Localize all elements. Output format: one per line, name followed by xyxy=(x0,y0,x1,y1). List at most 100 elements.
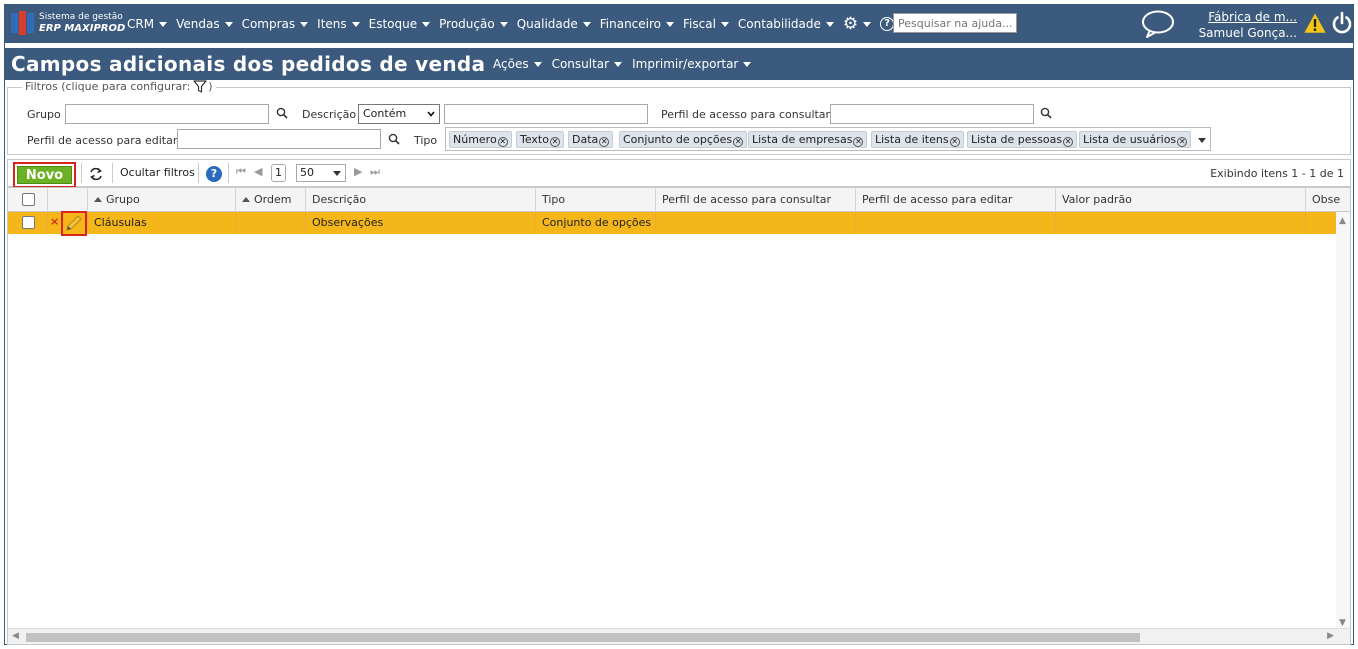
menu-fiscal[interactable]: Fiscal xyxy=(683,17,729,31)
scroll-up-icon[interactable]: ▲ xyxy=(1339,216,1346,226)
brand-subtitle: Sistema de gestão xyxy=(39,12,123,22)
tipo-chip-usuarios[interactable]: Lista de usuários ✕ xyxy=(1079,131,1192,148)
menu-contabilidade[interactable]: Contabilidade xyxy=(738,17,834,31)
next-page-icon[interactable]: ▶ xyxy=(354,165,362,178)
items-count: Exibindo itens 1 - 1 de 1 xyxy=(1210,167,1344,180)
search-icon[interactable] xyxy=(276,107,288,119)
remove-icon[interactable]: ✕ xyxy=(497,137,508,147)
last-page-icon[interactable]: ⏭ xyxy=(370,165,380,179)
remove-icon[interactable]: ✕ xyxy=(1177,137,1188,147)
tipo-multiselect[interactable]: Número ✕ Texto ✕ Data ✕ Conjunto de opções ✕… xyxy=(445,127,1211,151)
page-header: Campos adicionais dos pedidos de venda A… xyxy=(5,48,1353,80)
delete-icon[interactable]: × xyxy=(50,215,59,228)
chat-icon[interactable] xyxy=(1141,9,1175,39)
pencil-icon[interactable] xyxy=(63,213,85,234)
perfil-consultar-input[interactable] xyxy=(830,104,1034,124)
remove-icon[interactable]: ✕ xyxy=(1063,137,1074,147)
first-page-icon[interactable]: ⏮ xyxy=(236,165,246,179)
menu-vendas[interactable]: Vendas xyxy=(176,17,233,31)
column-label: Valor padrão xyxy=(1062,193,1132,206)
brand-name[interactable]: Sistema de gestão ERP MAXIPROD xyxy=(39,12,125,34)
remove-icon[interactable]: ✕ xyxy=(949,137,960,147)
page-size-value: 50 xyxy=(300,166,314,179)
perfil-editar-input[interactable] xyxy=(177,129,381,149)
print-export-menu[interactable]: Imprimir/exportar xyxy=(632,57,752,71)
help-search-input[interactable] xyxy=(893,13,1017,33)
tipo-chip-itens[interactable]: Lista de itens ✕ xyxy=(871,131,964,148)
maxiprod-logo[interactable] xyxy=(11,11,35,35)
remove-icon[interactable]: ✕ xyxy=(853,137,864,147)
column-header-grupo[interactable]: Grupo xyxy=(88,188,236,212)
edit-button-highlight[interactable] xyxy=(61,211,87,236)
tipo-chip-texto[interactable]: Texto ✕ xyxy=(516,131,564,148)
menu-itens[interactable]: Itens xyxy=(317,17,360,31)
menu-estoque[interactable]: Estoque xyxy=(369,17,431,31)
chip-label: Lista de itens xyxy=(875,133,949,146)
filters-legend[interactable]: Filtros (clique para configurar: ) xyxy=(22,80,216,93)
remove-icon[interactable]: ✕ xyxy=(549,137,560,147)
remove-icon[interactable]: ✕ xyxy=(733,137,744,147)
user-name: Samuel Gonça... xyxy=(1198,26,1297,40)
search-icon[interactable] xyxy=(1040,107,1052,119)
scroll-down-icon[interactable]: ▼ xyxy=(1339,618,1346,628)
column-header-ordem[interactable]: Ordem xyxy=(236,188,306,212)
data-grid: Grupo Ordem Descrição Tipo Perfil de ace… xyxy=(7,187,1351,645)
settings-menu[interactable]: ⚙ xyxy=(843,15,872,33)
refresh-icon[interactable] xyxy=(88,166,104,182)
hide-filters-button[interactable]: Ocultar filtros xyxy=(120,166,195,179)
descricao-input[interactable] xyxy=(444,104,648,124)
top-navigation-bar: Sistema de gestão ERP MAXIPROD CRM Venda… xyxy=(5,5,1353,53)
cell-grupo: Cláusulas xyxy=(88,212,236,234)
menu-crm[interactable]: CRM xyxy=(127,17,168,31)
menu-producao[interactable]: Produção xyxy=(439,17,508,31)
tipo-chip-data[interactable]: Data ✕ xyxy=(568,131,614,148)
scroll-left-icon[interactable]: ◀ xyxy=(12,631,19,641)
column-header-descricao[interactable]: Descrição xyxy=(306,188,536,212)
select-all-checkbox[interactable] xyxy=(22,193,35,206)
new-button[interactable]: Novo xyxy=(17,166,72,184)
menu-compras[interactable]: Compras xyxy=(242,17,309,31)
cell-observacoes xyxy=(1306,212,1338,234)
horizontal-scrollbar[interactable]: ◀ ▶ xyxy=(8,628,1350,644)
help-icon[interactable]: ? xyxy=(206,166,222,182)
column-header-valor-padrao[interactable]: Valor padrão xyxy=(1056,188,1306,212)
sort-ascending-icon xyxy=(242,197,250,202)
cell-descricao: Observações xyxy=(306,212,536,234)
tipo-chip-conjunto[interactable]: Conjunto de opções ✕ xyxy=(619,131,748,148)
filter-icon[interactable] xyxy=(193,80,207,93)
column-header-perfil-consultar[interactable]: Perfil de acesso para consultar xyxy=(656,188,856,212)
page-number[interactable]: 1 xyxy=(271,164,286,182)
scroll-right-icon[interactable]: ▶ xyxy=(1327,631,1334,641)
grupo-input[interactable] xyxy=(65,104,269,124)
vertical-scrollbar[interactable]: ▲ ▼ xyxy=(1336,212,1350,630)
tipo-chip-pessoas[interactable]: Lista de pessoas ✕ xyxy=(967,131,1078,148)
filters-legend-label: Filtros (clique para configurar: xyxy=(25,80,191,93)
actions-menu[interactable]: Ações xyxy=(493,57,542,71)
search-icon[interactable] xyxy=(388,133,400,145)
chip-label: Lista de pessoas xyxy=(971,133,1063,146)
chevron-down-icon xyxy=(863,21,872,27)
table-row[interactable]: × Cláusulas Observações Conjunto de opçõ… xyxy=(8,211,1338,236)
prev-page-icon[interactable]: ◀ xyxy=(254,165,262,178)
company-name[interactable]: Fábrica de m... xyxy=(1193,9,1297,25)
filters-panel: Filtros (clique para configurar: ) Grupo… xyxy=(7,80,1351,155)
remove-icon[interactable]: ✕ xyxy=(599,137,610,147)
column-header-tipo[interactable]: Tipo xyxy=(536,188,656,212)
tipo-chip-numero[interactable]: Número ✕ xyxy=(449,131,512,148)
menu-financeiro[interactable]: Financeiro xyxy=(600,17,675,31)
chip-label: Texto xyxy=(520,133,549,146)
row-checkbox[interactable] xyxy=(22,216,35,229)
chevron-down-icon[interactable] xyxy=(1198,138,1206,143)
warning-icon[interactable] xyxy=(1303,12,1327,34)
column-header-observacoes[interactable]: Obse xyxy=(1306,188,1350,212)
cell-tipo: Conjunto de opções xyxy=(536,212,656,234)
scrollbar-thumb[interactable] xyxy=(26,633,1140,642)
menu-qualidade[interactable]: Qualidade xyxy=(517,17,591,31)
tipo-chip-empresas[interactable]: Lista de empresas ✕ xyxy=(748,131,868,148)
descricao-operator-select[interactable]: Contém xyxy=(358,104,440,124)
page-size-select[interactable]: 50 xyxy=(296,164,346,182)
consult-menu[interactable]: Consultar xyxy=(552,57,623,71)
power-icon[interactable] xyxy=(1331,11,1353,35)
column-header-perfil-editar[interactable]: Perfil de acesso para editar xyxy=(856,188,1056,212)
menu-label: Produção xyxy=(439,17,495,31)
